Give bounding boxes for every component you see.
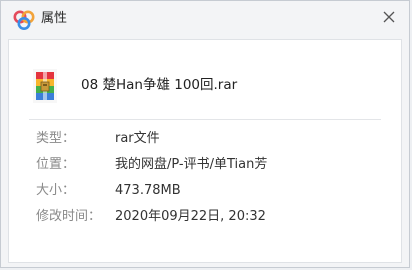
property-label: 修改时间： bbox=[36, 209, 102, 224]
property-value: 我的网盘/P-评书/单Tian芳 bbox=[115, 157, 268, 172]
property-value: 473.78MB bbox=[115, 183, 181, 198]
property-row-location: 位置： 我的网盘/P-评书/单Tian芳 bbox=[9, 155, 401, 175]
cloud-app-logo bbox=[13, 10, 35, 30]
property-label: 位置： bbox=[36, 157, 76, 172]
property-row-type: 类型： rar文件 bbox=[9, 129, 401, 149]
property-label: 大小： bbox=[36, 183, 76, 198]
property-label: 类型： bbox=[36, 131, 76, 146]
divider bbox=[29, 119, 381, 120]
close-icon bbox=[383, 11, 395, 23]
properties-panel: 08 楚Han争雄 100回.rar 类型： rar文件 位置： 我的网盘/P-… bbox=[8, 39, 402, 263]
property-row-modified: 修改时间： 2020年09月22日, 20:32 bbox=[9, 207, 401, 227]
property-value: 2020年09月22日, 20:32 bbox=[115, 209, 266, 224]
close-button[interactable] bbox=[379, 7, 399, 27]
properties-dialog: 属性 08 楚Han争雄 100回.rar 类型： rar文件 位置： 我的网盘… bbox=[0, 0, 410, 268]
property-value: rar文件 bbox=[115, 131, 160, 146]
dialog-title: 属性 bbox=[41, 11, 68, 26]
title-bar[interactable]: 属性 bbox=[1, 1, 409, 38]
file-name: 08 楚Han争雄 100回.rar bbox=[81, 77, 238, 93]
property-row-size: 大小： 473.78MB bbox=[9, 181, 401, 201]
rar-archive-icon bbox=[33, 69, 57, 103]
